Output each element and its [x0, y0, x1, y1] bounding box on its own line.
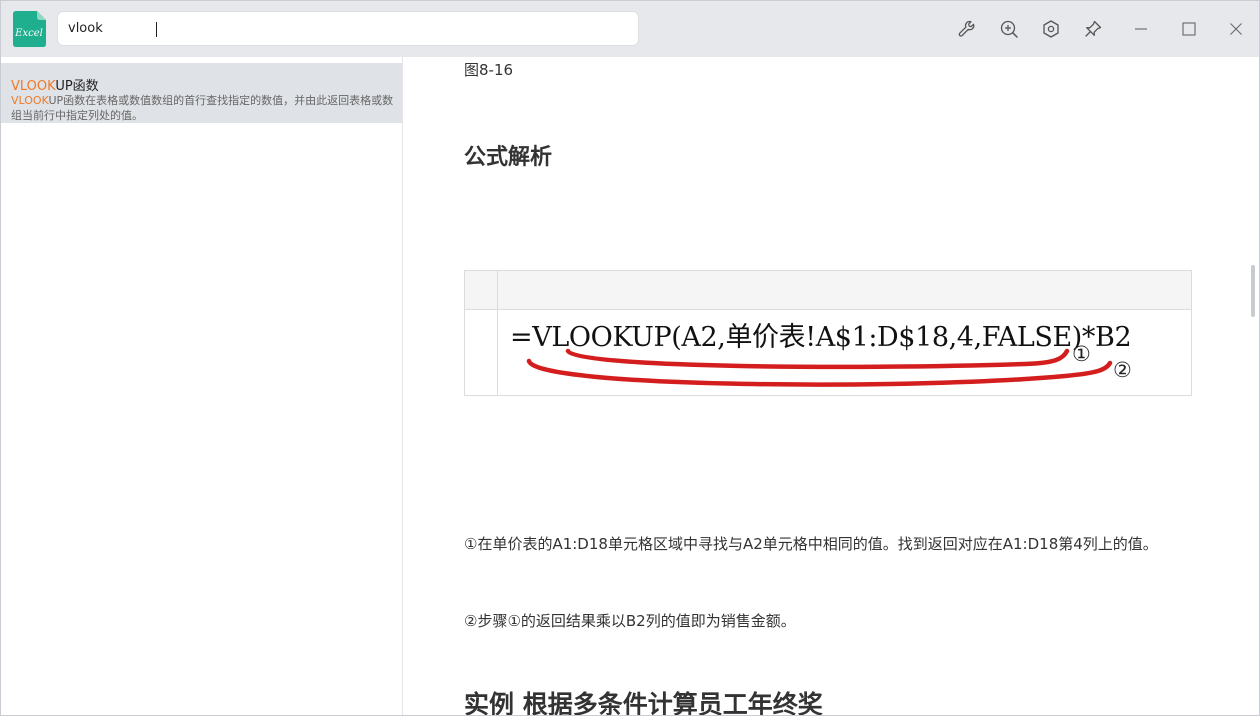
article-content: 图8-16 公式解析 =VLOOKUP(A2,单价表!A$1:D$18,4,FA… [403, 57, 1259, 716]
title-bar: Excel [1, 1, 1259, 57]
result-title: VLOOKUP函数 [11, 75, 99, 94]
result-description: VLOOKUP函数在表格或数值数组的首行查找指定的数值，并由此返回表格或数组当前… [11, 93, 397, 123]
explanation-paragraph-2: ②步骤①的返回结果乘以B2列的值即为销售金额。 [464, 612, 796, 630]
search-input[interactable] [58, 12, 638, 45]
result-item-vlookup[interactable]: VLOOKUP函数 VLOOKUP函数在表格或数值数组的首行查找指定的数值，并由… [1, 63, 402, 123]
pin-button[interactable] [1079, 15, 1107, 43]
settings-button[interactable] [1037, 15, 1065, 43]
app-icon-label: Excel [14, 28, 43, 39]
content-scrollbar[interactable] [1251, 265, 1255, 317]
minimize-button[interactable] [1127, 15, 1155, 43]
result-title-match: VLOOK [11, 79, 56, 94]
app-window: Excel vlook VLOOKUP函数 VLOOKUP函数在表格或数值数组的… [0, 0, 1260, 716]
zoom-in-icon [1000, 20, 1018, 38]
formula-figure: =VLOOKUP(A2,单价表!A$1:D$18,4,FALSE)*B2 ① ② [464, 270, 1192, 396]
wrench-icon [958, 20, 975, 37]
pin-icon [1085, 20, 1102, 37]
text-caret [156, 22, 157, 37]
annotation-underline-1 [565, 348, 1070, 370]
figure-caption: 图8-16 [464, 61, 514, 79]
wrench-button[interactable] [953, 15, 981, 43]
minimize-icon [1135, 28, 1147, 30]
formula-annotation: ① ② [526, 342, 1132, 387]
zoom-in-button[interactable] [995, 15, 1023, 43]
search-box[interactable] [57, 11, 639, 46]
next-example-heading: 实例 根据多条件计算员工年终奖 [464, 690, 823, 716]
result-desc-rest: UP函数在表格或数值数组的首行查找指定的数值，并由此返回表格或数组当前行中指定列… [11, 94, 394, 122]
maximize-button[interactable] [1175, 15, 1203, 43]
annotation-marker-1: ① [1072, 342, 1091, 366]
result-title-rest: UP函数 [55, 79, 99, 94]
section-heading: 公式解析 [464, 145, 553, 170]
close-icon [1230, 23, 1242, 35]
settings-icon [1043, 20, 1059, 38]
result-desc-match: VLOOK [11, 94, 49, 107]
excel-app-icon: Excel [13, 11, 46, 47]
results-sidebar: VLOOKUP函数 VLOOKUP函数在表格或数值数组的首行查找指定的数值，并由… [1, 57, 403, 715]
close-button[interactable] [1222, 15, 1250, 43]
annotation-marker-2: ② [1113, 358, 1132, 382]
maximize-icon [1182, 22, 1196, 36]
explanation-paragraph-1: ①在单价表的A1:D18单元格区域中寻找与A2单元格中相同的值。找到返回对应在A… [464, 535, 1158, 553]
